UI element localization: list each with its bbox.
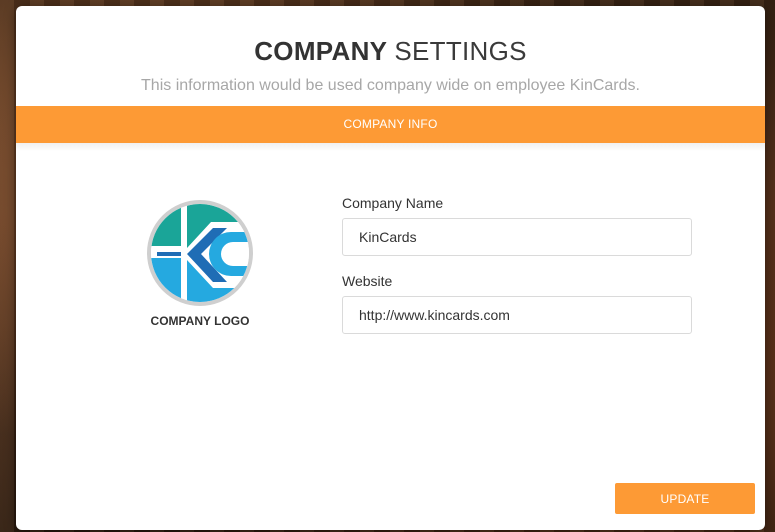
section-header-company-info: COMPANY INFO (16, 106, 765, 143)
company-name-label: Company Name (342, 195, 444, 211)
page-subtitle: This information would be used company w… (141, 77, 640, 94)
company-name-input[interactable] (342, 218, 692, 256)
section-divider (16, 143, 765, 151)
company-settings-modal: COMPANY SETTINGS This information would … (16, 6, 765, 530)
update-button[interactable]: UPDATE (615, 483, 755, 514)
company-logo-label: COMPANY LOGO (150, 314, 250, 328)
page-title: COMPANY SETTINGS (16, 36, 765, 67)
kincards-logo-icon (151, 204, 249, 302)
company-logo-upload[interactable] (147, 200, 253, 306)
title-light: SETTINGS (394, 36, 527, 66)
website-label: Website (342, 273, 393, 289)
website-input[interactable] (342, 296, 692, 334)
title-bold: COMPANY (254, 36, 387, 66)
